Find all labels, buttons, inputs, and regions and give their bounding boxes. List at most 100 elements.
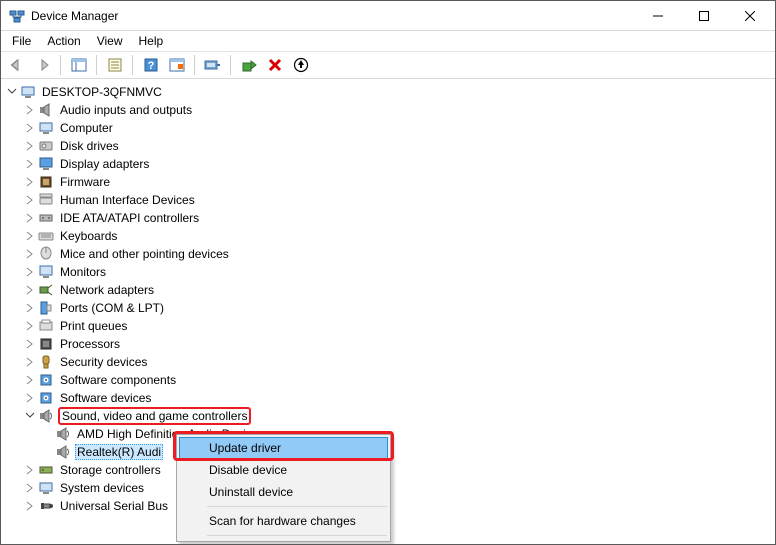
toolbar-sep: [194, 55, 195, 75]
expand-icon[interactable]: [23, 355, 37, 369]
category-node[interactable]: Ports (COM & LPT): [3, 299, 775, 317]
device-label: Realtek(R) Audi: [75, 444, 163, 460]
expand-icon[interactable]: [23, 175, 37, 189]
context-menu: Update driver Disable device Uninstall d…: [176, 434, 391, 542]
category-node[interactable]: Mice and other pointing devices: [3, 245, 775, 263]
category-node[interactable]: Monitors: [3, 263, 775, 281]
category-label: Print queues: [58, 318, 129, 334]
menu-uninstall-device[interactable]: Uninstall device: [179, 481, 388, 503]
category-label: Mice and other pointing devices: [58, 246, 231, 262]
menu-file[interactable]: File: [5, 33, 38, 49]
uninstall-device-button[interactable]: [263, 54, 286, 76]
expand-icon[interactable]: [23, 157, 37, 171]
action-icon-button[interactable]: [165, 54, 188, 76]
help-button[interactable]: ?: [139, 54, 162, 76]
menu-separator: [207, 535, 387, 536]
expand-icon[interactable]: [23, 211, 37, 225]
category-label: Security devices: [58, 354, 149, 370]
category-label: Network adapters: [58, 282, 156, 298]
category-node[interactable]: Firmware: [3, 173, 775, 191]
category-icon: [38, 390, 54, 406]
speaker-icon: [55, 426, 71, 442]
category-node[interactable]: Software components: [3, 371, 775, 389]
expand-icon[interactable]: [23, 229, 37, 243]
menu-separator: [207, 506, 387, 507]
menu-help[interactable]: Help: [132, 33, 171, 49]
category-node[interactable]: Audio inputs and outputs: [3, 101, 775, 119]
expand-icon[interactable]: [23, 301, 37, 315]
nav-back-button[interactable]: [5, 54, 28, 76]
menu-action[interactable]: Action: [40, 33, 87, 49]
expand-icon[interactable]: [23, 193, 37, 207]
category-label: Audio inputs and outputs: [58, 102, 194, 118]
expand-icon[interactable]: [23, 247, 37, 261]
collapse-icon[interactable]: [5, 85, 19, 99]
root-label: DESKTOP-3QFNMVC: [40, 84, 164, 100]
menu-view[interactable]: View: [90, 33, 130, 49]
category-icon: [38, 372, 54, 388]
expand-icon[interactable]: [23, 499, 37, 513]
category-label: Human Interface Devices: [58, 192, 197, 208]
category-node[interactable]: Human Interface Devices: [3, 191, 775, 209]
category-node[interactable]: Keyboards: [3, 227, 775, 245]
menu-disable-device[interactable]: Disable device: [179, 459, 388, 481]
category-node[interactable]: Security devices: [3, 353, 775, 371]
toolbar-sep: [132, 55, 133, 75]
properties-button[interactable]: [103, 54, 126, 76]
root-node[interactable]: DESKTOP-3QFNMVC: [3, 83, 775, 101]
expand-icon[interactable]: [23, 283, 37, 297]
category-icon: [38, 480, 54, 496]
category-node[interactable]: Processors: [3, 335, 775, 353]
toolbar-sep: [96, 55, 97, 75]
category-label: Display adapters: [58, 156, 151, 172]
category-label: Ports (COM & LPT): [58, 300, 166, 316]
speaker-icon: [38, 408, 54, 424]
menu-label: Update driver: [209, 441, 281, 455]
expand-icon[interactable]: [23, 319, 37, 333]
category-sound[interactable]: Sound, video and game controllers: [3, 407, 775, 425]
collapse-icon[interactable]: [23, 409, 37, 423]
expand-icon[interactable]: [23, 463, 37, 477]
toolbar: ?: [1, 51, 775, 79]
category-icon: [38, 354, 54, 370]
menu-scan-hardware[interactable]: Scan for hardware changes: [179, 510, 388, 532]
maximize-button[interactable]: [681, 1, 727, 30]
device-tree[interactable]: DESKTOP-3QFNMVC Audio inputs and outputs…: [1, 79, 775, 544]
category-label: System devices: [58, 480, 146, 496]
expand-icon[interactable]: [23, 481, 37, 495]
category-icon: [38, 174, 54, 190]
category-icon: [38, 498, 54, 514]
close-button[interactable]: [727, 1, 773, 30]
expand-icon[interactable]: [23, 265, 37, 279]
category-label: Software devices: [58, 390, 153, 406]
category-label: Keyboards: [58, 228, 119, 244]
expand-icon[interactable]: [23, 337, 37, 351]
category-label: Universal Serial Bus: [58, 498, 170, 514]
category-node[interactable]: Network adapters: [3, 281, 775, 299]
category-node[interactable]: Print queues: [3, 317, 775, 335]
computer-icon: [20, 84, 36, 100]
category-node[interactable]: IDE ATA/ATAPI controllers: [3, 209, 775, 227]
expand-icon[interactable]: [23, 103, 37, 117]
nav-forward-button[interactable]: [31, 54, 54, 76]
expand-icon[interactable]: [23, 139, 37, 153]
category-icon: [38, 102, 54, 118]
scan-hardware-button[interactable]: [201, 54, 224, 76]
expand-icon[interactable]: [23, 373, 37, 387]
expand-icon[interactable]: [23, 121, 37, 135]
category-node[interactable]: Software devices: [3, 389, 775, 407]
category-label: Software components: [58, 372, 178, 388]
category-icon: [38, 246, 54, 262]
category-node[interactable]: Display adapters: [3, 155, 775, 173]
menu-update-driver[interactable]: Update driver: [179, 437, 388, 459]
show-hide-tree-button[interactable]: [67, 54, 90, 76]
category-label: Computer: [58, 120, 115, 136]
expand-icon[interactable]: [23, 391, 37, 405]
category-icon: [38, 156, 54, 172]
minimize-button[interactable]: [635, 1, 681, 30]
category-node[interactable]: Disk drives: [3, 137, 775, 155]
category-label: Monitors: [58, 264, 108, 280]
category-node[interactable]: Computer: [3, 119, 775, 137]
enable-device-button[interactable]: [237, 54, 260, 76]
update-driver-button[interactable]: [289, 54, 312, 76]
